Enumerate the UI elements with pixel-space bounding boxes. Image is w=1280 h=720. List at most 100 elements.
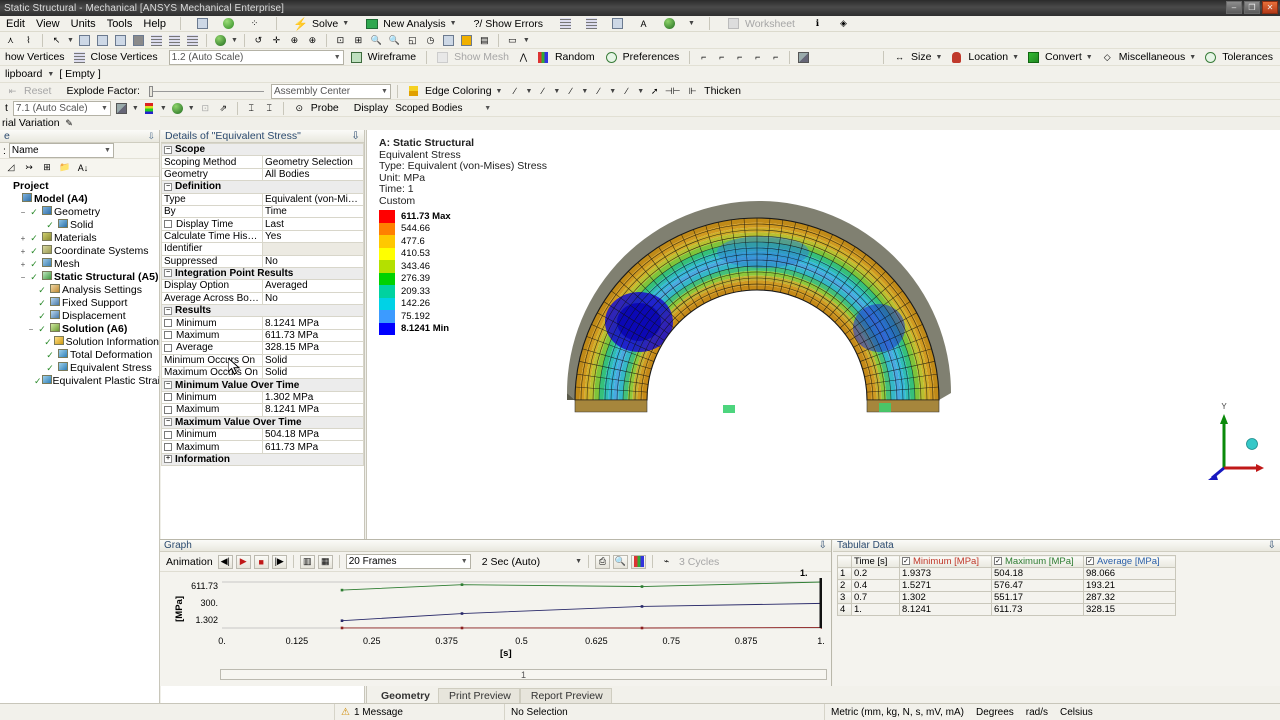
details-value-cell[interactable]: Solid [263, 367, 364, 379]
chevron-down-icon[interactable]: ▼ [67, 37, 74, 44]
details-row[interactable]: Maximum611.73 MPa [162, 329, 364, 341]
tree-item-materials[interactable]: +✓Materials [2, 232, 159, 245]
explode-factor-slider[interactable] [149, 86, 264, 96]
tabular-cell[interactable]: 0.7 [852, 592, 900, 604]
chevron-down-icon[interactable]: ▼ [935, 54, 942, 61]
image-to-file-icon[interactable] [558, 17, 573, 31]
location-button[interactable]: Location ▼ [947, 50, 1021, 65]
details-value-cell[interactable]: 8.1241 MPa [263, 317, 364, 329]
chevron-down-icon[interactable]: ▼ [377, 88, 388, 95]
details-expander-icon[interactable]: − [164, 183, 172, 191]
edge-style-4-icon[interactable]: ∕ [591, 84, 606, 98]
auto-scale-combo[interactable]: 1.2 (Auto Scale) ▼ [169, 50, 344, 65]
new-analysis-button[interactable]: New Analysis ▼ [362, 16, 458, 31]
window-layout-icon[interactable]: ▭ [505, 33, 520, 47]
tree-item-equivalent-stress[interactable]: ✓Equivalent Stress [2, 362, 159, 375]
close-vertices-button[interactable]: Close Vertices [70, 50, 162, 65]
tabular-cell[interactable]: 193.21 [1084, 580, 1176, 592]
contour-legend[interactable]: 611.73 Max544.66477.6410.53343.46276.392… [379, 210, 451, 335]
details-value-cell[interactable]: No [263, 292, 364, 304]
edge-style-1-icon[interactable]: ∕ [507, 84, 522, 98]
tabular-column-header[interactable] [838, 556, 852, 568]
details-expander-icon[interactable]: − [164, 146, 172, 154]
tabular-row-number[interactable]: 4 [838, 604, 852, 616]
capped-iso-icon[interactable] [170, 101, 185, 115]
box-select-icon[interactable] [149, 33, 164, 47]
details-checkbox[interactable] [164, 431, 172, 439]
zoom-in-icon[interactable]: ⊕ [305, 33, 320, 47]
column-visibility-checkbox[interactable]: ✓ [902, 557, 910, 565]
close-button[interactable]: ✕ [1262, 1, 1278, 14]
undo-rotate-icon[interactable]: ↺ [251, 33, 266, 47]
arch-model-3d[interactable] [527, 200, 987, 430]
details-group-row[interactable]: −Results [162, 305, 364, 317]
chevron-down-icon[interactable]: ▼ [231, 37, 238, 44]
info-icon[interactable]: ℹ [810, 17, 825, 31]
chart-plot-area[interactable] [222, 576, 822, 634]
minimize-button[interactable]: – [1226, 1, 1242, 14]
edge-direction-1-icon[interactable]: ⌐ [696, 50, 711, 64]
animation-next-icon[interactable]: |▶ [272, 555, 287, 569]
expand-tree-icon[interactable]: ↣ [22, 161, 36, 175]
viewports-icon[interactable] [441, 33, 456, 47]
tabular-cell[interactable]: 504.18 [992, 568, 1084, 580]
stacked-view-icon[interactable]: ▦ [318, 555, 333, 569]
details-checkbox[interactable] [164, 443, 172, 451]
chevron-down-icon[interactable]: ▼ [188, 105, 195, 112]
details-row[interactable]: Calculate Time HistoryYes [162, 230, 364, 242]
graph-scrollbar[interactable]: 1 [220, 669, 827, 680]
tree-expander-icon[interactable]: − [18, 206, 28, 219]
tabular-cell[interactable]: 1. [852, 604, 900, 616]
tree-item-model-a4[interactable]: Model (A4) [2, 193, 159, 206]
convert-button[interactable]: Convert ▼ [1024, 50, 1095, 65]
details-value-cell[interactable]: No [263, 255, 364, 267]
tabular-cell[interactable]: 576.47 [992, 580, 1084, 592]
details-checkbox[interactable] [164, 220, 172, 228]
cursor-select-icon[interactable]: ↖ [49, 33, 64, 47]
extend-select-icon[interactable] [185, 33, 200, 47]
chevron-down-icon[interactable]: ▼ [1086, 54, 1093, 61]
tabular-row[interactable]: 20.41.5271576.47193.21 [838, 580, 1176, 592]
details-expander-icon[interactable]: + [164, 455, 172, 463]
pin-icon[interactable]: ⇩ [1268, 540, 1276, 551]
tabular-cell[interactable]: 611.73 [992, 604, 1084, 616]
edge-direction-5-icon[interactable]: ⌐ [768, 50, 783, 64]
sort-az-icon[interactable]: A↓ [76, 161, 90, 175]
thicken-button[interactable]: ⊩ Thicken [683, 84, 745, 99]
box-volume-select-icon[interactable] [167, 33, 182, 47]
edge-direction-3-icon[interactable]: ⌐ [732, 50, 747, 64]
chevron-down-icon[interactable]: ▼ [1189, 54, 1196, 61]
result-scale-combo[interactable]: 7.1 (Auto Scale) ▼ [13, 101, 111, 116]
tabular-cell[interactable]: 1.302 [900, 592, 992, 604]
pan-icon[interactable]: ✛ [269, 33, 284, 47]
connections-icon[interactable]: ⁘ [247, 17, 262, 31]
tree-expander-icon[interactable]: + [18, 258, 28, 271]
arrow-marker-icon[interactable]: ➚ [647, 84, 662, 98]
chevron-down-icon[interactable]: ▼ [160, 105, 167, 112]
details-group-row[interactable]: +Information [162, 453, 364, 465]
pin-icon[interactable]: ⇩ [147, 131, 155, 142]
details-value-cell[interactable]: 504.18 MPa [263, 428, 364, 440]
details-value-cell[interactable]: 611.73 MPa [263, 329, 364, 341]
zoom-icon[interactable]: ⊕ [287, 33, 302, 47]
box-zoom-icon[interactable]: ⊡ [333, 33, 348, 47]
details-row[interactable]: Identifier [162, 243, 364, 255]
tabular-table[interactable]: Time [s]✓Minimum [MPa]✓Maximum [MPa]✓Ave… [837, 555, 1176, 616]
animation-stop-icon[interactable]: ■ [254, 555, 269, 569]
details-value-cell[interactable]: All Bodies [263, 168, 364, 180]
details-expander-icon[interactable]: − [164, 381, 172, 389]
animation-prev-icon[interactable]: ◀| [218, 555, 233, 569]
tree-item-displacement[interactable]: ✓Displacement [2, 310, 159, 323]
select-bodies-icon[interactable] [131, 33, 146, 47]
details-expander-icon[interactable]: − [164, 269, 172, 277]
chevron-down-icon[interactable]: ▼ [47, 71, 54, 78]
random-button[interactable]: Random [534, 50, 599, 65]
details-row[interactable]: Maximum Occurs OnSolid [162, 367, 364, 379]
chevron-down-icon[interactable]: ▼ [523, 37, 530, 44]
details-row[interactable]: GeometryAll Bodies [162, 168, 364, 180]
details-value-cell[interactable]: Yes [263, 230, 364, 242]
tabular-cell[interactable]: 287.32 [1084, 592, 1176, 604]
tabular-cell[interactable]: 551.17 [992, 592, 1084, 604]
check-green-icon[interactable] [221, 17, 236, 31]
details-expander-icon[interactable]: − [164, 307, 172, 315]
